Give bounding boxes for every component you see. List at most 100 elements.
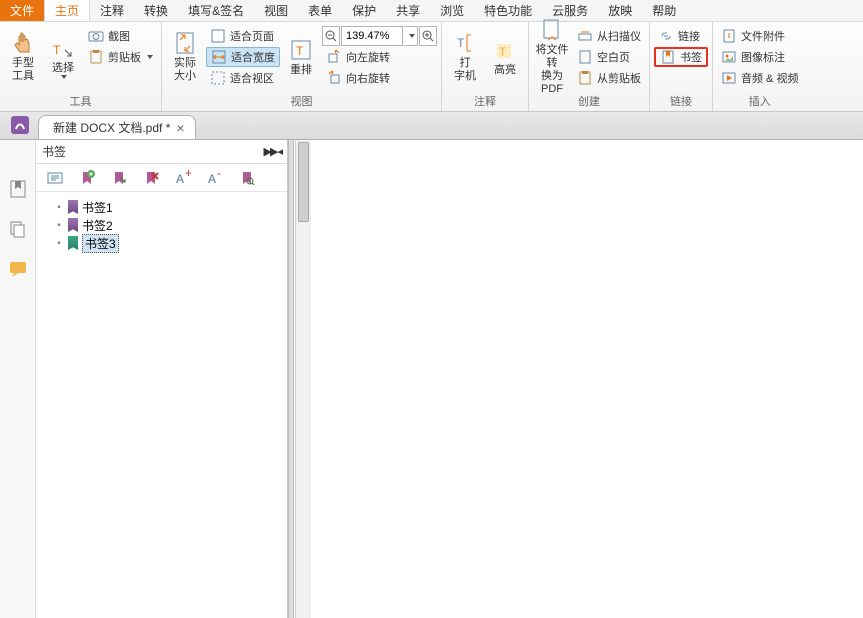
toolbar-font-increase-icon[interactable]: A+	[174, 169, 192, 187]
rail-bookmarks-icon[interactable]	[7, 178, 29, 200]
document-tab[interactable]: 新建 DOCX 文档.pdf * ×	[38, 115, 196, 139]
zoom-out-button[interactable]	[322, 26, 340, 46]
snapshot-label: 截图	[108, 28, 130, 44]
menu-convert[interactable]: 转换	[134, 0, 178, 21]
hand-tool-button[interactable]: 手型工具	[4, 24, 42, 90]
panel-scrollbar[interactable]	[295, 140, 311, 618]
from-scanner-label: 从扫描仪	[597, 28, 641, 44]
menu-play[interactable]: 放映	[598, 0, 642, 21]
media-icon	[721, 70, 737, 86]
zoom-in-button[interactable]	[419, 26, 437, 46]
highlight-button[interactable]: T 高亮	[486, 24, 524, 90]
reflow-button[interactable]: T 重排	[282, 24, 320, 90]
close-tab-button[interactable]: ×	[176, 120, 184, 136]
highlight-icon: T	[493, 38, 517, 62]
bookmark-item[interactable]: ▪ 书签3	[40, 234, 283, 252]
blank-page-icon	[577, 49, 593, 65]
group-comment-label: 注释	[474, 92, 496, 111]
attachment-icon	[721, 28, 737, 44]
fit-visible-icon	[210, 70, 226, 86]
from-scanner-button[interactable]: 从扫描仪	[573, 26, 645, 46]
reflow-icon: T	[289, 38, 313, 62]
fit-width-label: 适合宽度	[231, 49, 275, 65]
rail-comments-icon[interactable]	[7, 258, 29, 280]
audio-video-label: 音频 & 视频	[741, 70, 798, 86]
menu-share[interactable]: 共享	[386, 0, 430, 21]
menu-comment[interactable]: 注释	[90, 0, 134, 21]
link-icon	[658, 28, 674, 44]
actual-size-button[interactable]: 实际大小	[166, 24, 204, 90]
fit-page-button[interactable]: 适合页面	[206, 26, 280, 46]
menu-view[interactable]: 视图	[254, 0, 298, 21]
toolbar-expand-icon[interactable]	[46, 169, 64, 187]
group-view-label: 视图	[291, 92, 313, 111]
typewriter-label: 打字机	[454, 57, 476, 83]
image-icon	[721, 49, 737, 65]
zoom-value[interactable]: 139.47%	[341, 26, 403, 46]
from-clipboard-button[interactable]: 从剪贴板	[573, 68, 645, 88]
toolbar-new-bookmark-icon[interactable]	[78, 169, 96, 187]
app-logo-icon	[10, 115, 30, 135]
snapshot-button[interactable]: 截图	[84, 26, 157, 46]
bookmark-name: 书签1	[82, 199, 113, 216]
toolbar-font-decrease-icon[interactable]: A-	[206, 169, 224, 187]
toolbar-delete-icon[interactable]	[142, 169, 160, 187]
document-canvas[interactable]	[311, 140, 863, 618]
panel-toolbar: A+ A-	[36, 164, 287, 192]
menu-browse[interactable]: 浏览	[430, 0, 474, 21]
panel-collapse-button[interactable]: ▶▶ ◂	[264, 145, 282, 158]
image-annot-label: 图像标注	[741, 49, 785, 65]
select-tool-button[interactable]: T 选择	[44, 24, 82, 90]
image-annot-button[interactable]: 图像标注	[717, 47, 802, 67]
zoom-dropdown[interactable]	[404, 26, 418, 46]
toolbar-goto-icon[interactable]	[110, 169, 128, 187]
tree-twisty-icon[interactable]: ▪	[54, 220, 64, 231]
tree-twisty-icon[interactable]: ▪	[54, 202, 64, 213]
menu-fill-sign[interactable]: 填写&签名	[178, 0, 254, 21]
menu-file[interactable]: 文件	[0, 0, 44, 21]
svg-text:A: A	[208, 172, 216, 186]
attachment-button[interactable]: 文件附件	[717, 26, 802, 46]
menu-help[interactable]: 帮助	[642, 0, 686, 21]
panel-title: 书签	[42, 143, 66, 160]
toolbar-search-bookmark-icon[interactable]	[238, 169, 256, 187]
fit-visible-button[interactable]: 适合视区	[206, 68, 280, 88]
group-links-label: 链接	[670, 92, 692, 111]
file-to-pdf-button[interactable]: 将文件转换为PDF	[533, 24, 571, 90]
scanner-icon	[577, 28, 593, 44]
chevron-down-icon	[147, 55, 153, 59]
group-create: 将文件转换为PDF 从扫描仪 空白页 从剪贴板 创建	[529, 22, 650, 111]
rotate-left-button[interactable]: 向左旋转	[322, 47, 437, 67]
panel-splitter[interactable]	[288, 140, 294, 618]
clipboard-paste-icon	[577, 70, 593, 86]
link-button[interactable]: 链接	[654, 26, 708, 46]
from-clipboard-label: 从剪贴板	[597, 70, 641, 86]
menu-special[interactable]: 特色功能	[474, 0, 542, 21]
actual-size-label: 实际大小	[174, 57, 196, 83]
chevron-down-icon	[61, 75, 67, 79]
svg-text:T: T	[296, 44, 304, 58]
rotate-right-label: 向右旋转	[346, 70, 390, 86]
group-tools: 手型工具 T 选择 截图 剪贴板 工具	[0, 22, 162, 111]
audio-video-button[interactable]: 音频 & 视频	[717, 68, 802, 88]
menu-protect[interactable]: 保护	[342, 0, 386, 21]
rotate-right-button[interactable]: 向右旋转	[322, 68, 437, 88]
hand-icon	[11, 31, 35, 55]
bookmark-item[interactable]: ▪ 书签2	[40, 216, 283, 234]
typewriter-icon: T	[453, 31, 477, 55]
group-links: 链接 书签 链接	[650, 22, 713, 111]
rail-pages-icon[interactable]	[7, 218, 29, 240]
menu-form[interactable]: 表单	[298, 0, 342, 21]
typewriter-button[interactable]: T 打字机	[446, 24, 484, 90]
tree-twisty-icon[interactable]: ▪	[54, 238, 64, 249]
bookmark-button[interactable]: 书签	[654, 47, 708, 67]
fit-width-button[interactable]: 适合宽度	[206, 47, 280, 67]
svg-text:T: T	[53, 43, 61, 57]
reflow-label: 重排	[290, 64, 312, 77]
chevron-down-icon	[409, 34, 415, 38]
bookmark-item[interactable]: ▪ 书签1	[40, 198, 283, 216]
bookmark-icon	[660, 49, 676, 65]
menu-home[interactable]: 主页	[44, 0, 90, 21]
blank-page-button[interactable]: 空白页	[573, 47, 645, 67]
clipboard-button[interactable]: 剪贴板	[84, 47, 157, 67]
